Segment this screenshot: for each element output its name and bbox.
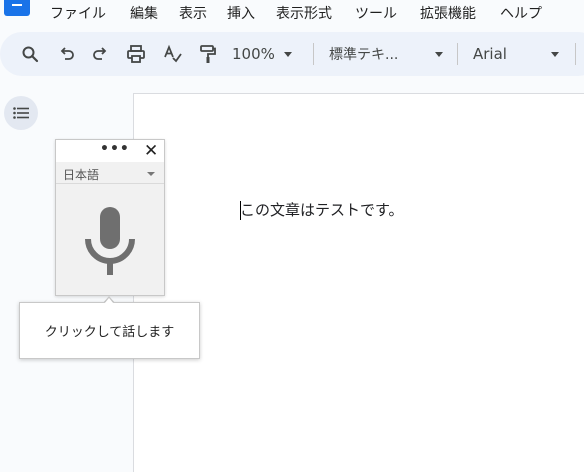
menu-tools[interactable]: ツール	[355, 3, 397, 23]
document-body-text[interactable]: この文章はテストです。	[240, 199, 404, 220]
docs-logo-icon[interactable]	[4, 0, 30, 16]
search-icon[interactable]	[18, 32, 42, 76]
voice-typing-panel: ••• ✕ 日本語	[55, 139, 165, 296]
document-page[interactable]: この文章はテストです。	[133, 93, 584, 472]
undo-icon[interactable]	[55, 32, 79, 76]
menu-bar: ファイル 編集 表示 挿入 表示形式 ツール 拡張機能 ヘルプ	[0, 0, 584, 28]
tooltip-text: クリックして話します	[44, 325, 175, 340]
font-value: Arial	[473, 45, 507, 63]
menu-edit[interactable]: 編集	[130, 3, 158, 23]
paint-format-icon[interactable]	[195, 32, 221, 76]
menu-insert[interactable]: 挿入	[227, 3, 255, 23]
document-outline-button[interactable]	[4, 96, 38, 130]
microphone-icon	[85, 206, 135, 275]
voice-panel-header[interactable]: ••• ✕	[56, 140, 164, 162]
close-icon[interactable]: ✕	[144, 141, 158, 161]
voice-tooltip: クリックして話します	[19, 302, 200, 359]
menu-extensions[interactable]: 拡張機能	[420, 3, 476, 23]
chevron-down-icon	[283, 51, 292, 57]
language-select[interactable]: 日本語	[56, 164, 164, 184]
zoom-value: 100%	[232, 45, 275, 63]
toolbar-divider	[313, 43, 314, 65]
menu-view[interactable]: 表示	[179, 3, 207, 23]
list-icon	[13, 107, 29, 119]
text-cursor	[240, 201, 241, 220]
chevron-down-icon	[435, 51, 443, 57]
tooltip-arrow-fill	[104, 298, 114, 304]
style-select[interactable]: 標準テキ...	[329, 32, 443, 76]
microphone-button[interactable]	[56, 186, 164, 295]
more-options-icon[interactable]: •••	[100, 141, 130, 157]
chevron-down-icon	[551, 51, 559, 57]
redo-icon[interactable]	[88, 32, 112, 76]
toolbar: 100% 標準テキ... Arial	[0, 32, 584, 76]
menu-format[interactable]: 表示形式	[276, 3, 332, 23]
toolbar-divider	[575, 43, 576, 65]
menu-file[interactable]: ファイル	[50, 3, 106, 23]
language-value: 日本語	[63, 168, 100, 182]
menu-help[interactable]: ヘルプ	[500, 3, 542, 23]
zoom-select[interactable]: 100%	[232, 32, 304, 76]
print-icon[interactable]	[123, 32, 149, 76]
spellcheck-icon[interactable]	[160, 32, 186, 76]
chevron-down-icon	[147, 172, 155, 176]
toolbar-divider	[457, 43, 458, 65]
font-select[interactable]: Arial	[473, 32, 559, 76]
style-value: 標準テキ...	[329, 47, 399, 63]
